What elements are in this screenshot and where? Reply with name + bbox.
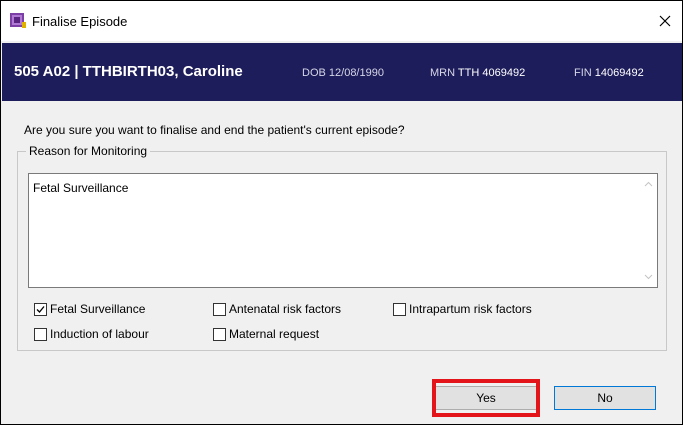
checkbox-box[interactable]: [34, 302, 47, 316]
app-icon: [10, 13, 26, 28]
checkbox-box[interactable]: [34, 327, 47, 341]
close-button[interactable]: [648, 5, 682, 37]
mrn-value: TTH 4069492: [457, 67, 526, 79]
reason-scrollbar[interactable]: [640, 174, 657, 287]
checkbox-label: Induction of labour: [50, 327, 149, 341]
close-icon: [659, 15, 671, 27]
window-title: Finalise Episode: [32, 14, 128, 29]
dob-value: 12/08/1990: [328, 67, 384, 79]
reason-for-monitoring-group: Reason for Monitoring Fetal Surveillance: [17, 144, 667, 351]
fin-field: FIN 14069492: [574, 67, 644, 79]
scroll-up-icon[interactable]: [644, 180, 653, 189]
scroll-down-icon[interactable]: [644, 272, 653, 281]
intrapartum-risk-factors-checkbox[interactable]: Intrapartum risk factors: [393, 302, 532, 316]
fin-value: 14069492: [594, 67, 644, 79]
reason-group-legend: Reason for Monitoring: [26, 144, 151, 158]
checkbox-box[interactable]: [213, 327, 226, 341]
checkbox-box[interactable]: [393, 302, 406, 316]
mrn-label: MRN: [430, 67, 456, 79]
induction-of-labour-checkbox[interactable]: Induction of labour: [34, 327, 149, 341]
patient-bed-and-name: 505 A02 | TTHBIRTH03, Caroline: [14, 63, 243, 80]
checkbox-box[interactable]: [213, 302, 226, 316]
mrn-field: MRN TTH 4069492: [430, 67, 525, 79]
confirmation-question: Are you sure you want to finalise and en…: [24, 123, 405, 137]
dob-label: DOB: [302, 67, 326, 79]
maternal-request-checkbox[interactable]: Maternal request: [213, 327, 319, 341]
reason-text-area[interactable]: Fetal Surveillance: [28, 173, 658, 288]
fetal-surveillance-checkbox[interactable]: Fetal Surveillance: [34, 302, 145, 316]
no-button[interactable]: No: [554, 386, 656, 410]
check-icon: [36, 305, 45, 313]
antenatal-risk-factors-checkbox[interactable]: Antenatal risk factors: [213, 302, 341, 316]
yes-button-highlight: [432, 379, 540, 417]
reason-text-value: Fetal Surveillance: [33, 181, 129, 195]
fin-label: FIN: [574, 67, 592, 79]
checkbox-label: Antenatal risk factors: [229, 302, 342, 316]
checkbox-label: Intrapartum risk factors: [409, 302, 532, 316]
title-bar: Finalise Episode: [1, 1, 682, 41]
finalise-episode-dialog: Finalise Episode 505 A02 | TTHBIRTH03, C…: [0, 0, 683, 425]
checkbox-label: Maternal request: [229, 327, 320, 341]
patient-banner: 505 A02 | TTHBIRTH03, Caroline DOB 12/08…: [2, 43, 682, 101]
checkbox-label: Fetal Surveillance: [50, 302, 146, 316]
dob-field: DOB 12/08/1990: [302, 67, 384, 79]
